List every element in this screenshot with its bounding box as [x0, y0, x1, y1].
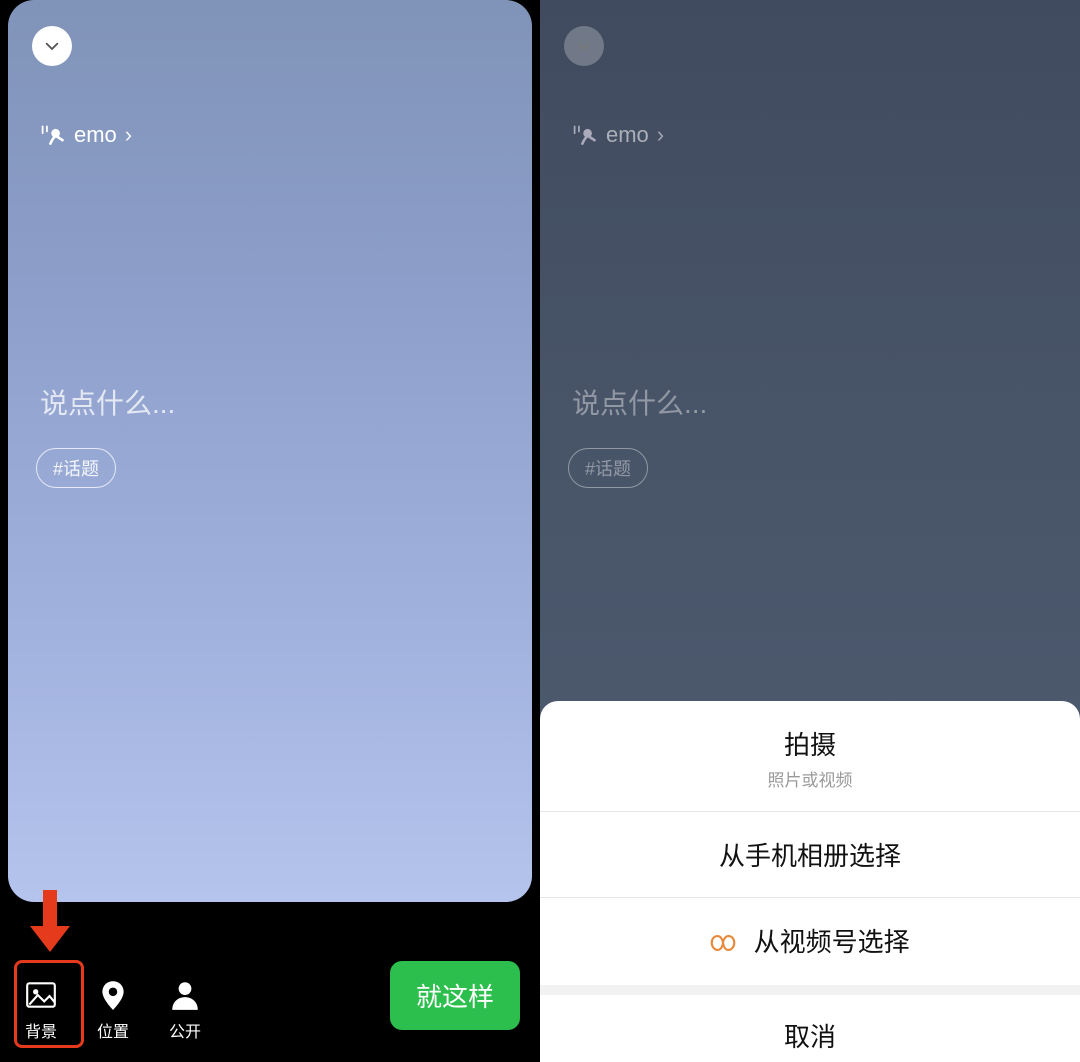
emo-icon	[572, 124, 598, 146]
chevron-right-icon: ›	[657, 122, 664, 148]
phone-screen-action-sheet: emo › 说点什么... #话题 拍摄 照片或视频 从手机相册选择 从视频号	[540, 0, 1080, 1062]
chevron-down-icon	[43, 37, 61, 55]
sheet-option-channels[interactable]: 从视频号选择	[540, 898, 1080, 985]
chevron-down-icon	[575, 37, 593, 55]
sheet-option-shoot-title: 拍摄	[540, 705, 1080, 766]
sheet-option-channels-label: 从视频号选择	[754, 927, 910, 957]
sheet-option-shoot-subtitle: 照片或视频	[540, 766, 1080, 811]
topic-chip[interactable]: #话题	[36, 448, 116, 488]
content-input[interactable]: 说点什么...	[40, 382, 175, 422]
channels-icon	[710, 930, 736, 961]
toolbar-visibility-button[interactable]: 公开	[168, 978, 202, 1042]
location-pin-icon	[96, 978, 130, 1012]
emo-label: emo	[606, 122, 649, 148]
toolbar-visibility-label: 公开	[169, 1018, 201, 1042]
sheet-separator	[540, 985, 1080, 995]
collapse-button[interactable]	[32, 26, 72, 66]
phone-screen-compose: emo › 说点什么... #话题 背景 位置	[0, 0, 540, 1062]
status-chip-emo[interactable]: emo ›	[40, 122, 132, 148]
toolbar-location-label: 位置	[97, 1018, 129, 1042]
toolbar-location-button[interactable]: 位置	[96, 978, 130, 1042]
emo-icon	[40, 124, 66, 146]
action-sheet: 拍摄 照片或视频 从手机相册选择 从视频号选择 取消	[540, 701, 1080, 1062]
status-chip-emo: emo ›	[572, 122, 664, 148]
collapse-button[interactable]	[564, 26, 604, 66]
person-icon	[168, 978, 202, 1012]
content-input: 说点什么...	[572, 382, 707, 422]
sheet-cancel-label: 取消	[540, 995, 1080, 1062]
submit-button[interactable]: 就这样	[390, 961, 520, 1030]
sheet-cancel[interactable]: 取消	[540, 995, 1080, 1062]
sheet-option-shoot[interactable]: 拍摄 照片或视频	[540, 705, 1080, 811]
emo-label: emo	[74, 122, 117, 148]
topic-chip: #话题	[568, 448, 648, 488]
sheet-option-album-label: 从手机相册选择	[540, 812, 1080, 897]
annotation-highlight-background	[14, 960, 84, 1048]
chevron-right-icon: ›	[125, 122, 132, 148]
sheet-option-album[interactable]: 从手机相册选择	[540, 812, 1080, 897]
annotation-arrow-down	[30, 890, 70, 952]
compose-background-card: emo › 说点什么... #话题	[8, 0, 532, 902]
